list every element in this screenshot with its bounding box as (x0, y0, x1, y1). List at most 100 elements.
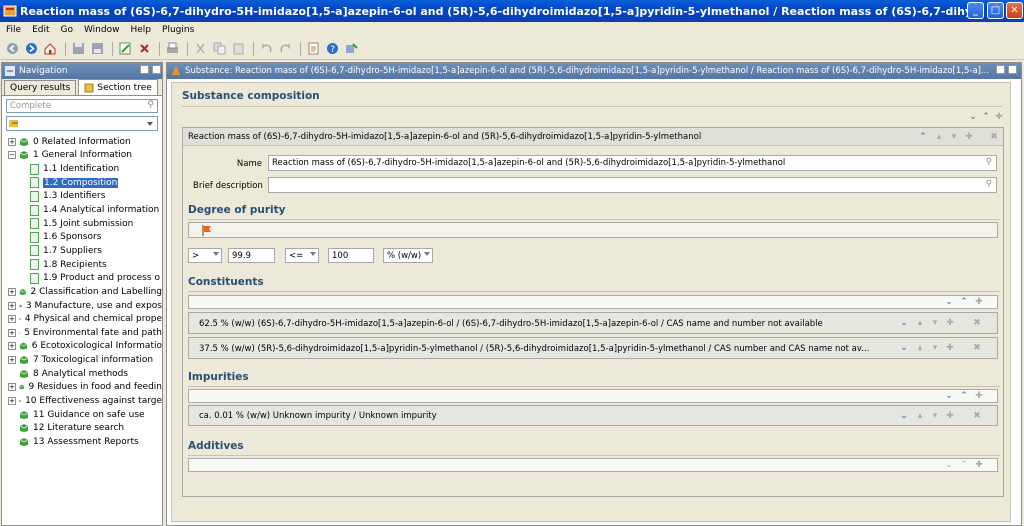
collapse-all-icon[interactable]: ⌃ (959, 391, 969, 401)
delete-icon[interactable]: ✖ (972, 318, 982, 328)
add-icon[interactable]: ✚ (945, 318, 955, 328)
tree-item[interactable]: 1.8 Recipients (2, 258, 162, 272)
delete-icon[interactable]: ✖ (972, 411, 982, 421)
tree-item[interactable]: +2 Classification and Labelling (2, 285, 162, 299)
help-icon[interactable]: ? (324, 41, 340, 57)
collapse-all-icon[interactable]: ⌃ (981, 112, 991, 122)
forward-icon[interactable] (23, 41, 39, 57)
move-up-icon[interactable]: ▴ (915, 343, 925, 353)
tree-item[interactable]: 1.1 Identification (2, 162, 162, 176)
menu-edit[interactable]: Edit (26, 25, 54, 35)
delete-icon[interactable]: ✖ (989, 132, 999, 142)
tree-item[interactable]: − 1 General Information (2, 149, 162, 163)
home-icon[interactable] (42, 41, 58, 57)
tree-item[interactable]: 1.6 Sponsors (2, 230, 162, 244)
tree-item[interactable]: +9 Residues in food and feedin (2, 381, 162, 395)
collapse-all-icon[interactable]: ⌃ (959, 297, 969, 307)
back-icon[interactable] (4, 41, 20, 57)
collapse-all-icon[interactable]: ⌃ (959, 460, 969, 470)
tree-item[interactable]: +10 Effectiveness against targe (2, 394, 162, 408)
lower-qualifier-select[interactable]: > (188, 248, 222, 263)
flag-icon[interactable] (202, 225, 212, 236)
tree-item[interactable]: +6 Ecotoxicological Informatio (2, 340, 162, 354)
upper-qualifier-select[interactable]: <= (285, 248, 319, 263)
impurity-row[interactable]: ca. 0.01 % (w/w) Unknown impurity / Unkn… (188, 405, 998, 426)
tree-item[interactable]: 12 Literature search (2, 421, 162, 435)
collapse-icon[interactable]: − (8, 151, 16, 160)
delete-icon[interactable]: ✖ (972, 343, 982, 353)
save-icon[interactable] (70, 41, 86, 57)
brief-description-field[interactable]: ⚲ (268, 177, 997, 193)
move-down-icon[interactable]: ▾ (930, 411, 940, 421)
expand-icon[interactable]: + (8, 342, 16, 351)
minimize-panel-icon[interactable] (996, 65, 1005, 74)
add-icon[interactable]: ✚ (974, 391, 984, 401)
add-icon[interactable]: ✚ (945, 411, 955, 421)
move-up-icon[interactable]: ▴ (934, 132, 944, 142)
cut-icon[interactable] (192, 41, 208, 57)
tree-item[interactable]: 13 Assessment Reports (2, 435, 162, 449)
expand-icon[interactable]: ⌄ (899, 411, 909, 421)
unit-select[interactable]: % (w/w) (383, 248, 433, 263)
maximize-icon[interactable]: □ (987, 2, 1004, 19)
paste-icon[interactable] (230, 41, 246, 57)
minimize-icon[interactable]: _ (967, 2, 984, 19)
move-up-icon[interactable]: ▴ (915, 318, 925, 328)
close-icon[interactable]: ✕ (1006, 2, 1023, 19)
lower-value-field[interactable]: 99.9 (228, 248, 275, 263)
tree-item[interactable]: +0 Related Information (2, 135, 162, 149)
constituent-row[interactable]: 62.5 % (w/w) (6S)-6,7-dihydro-5H-imidazo… (188, 312, 998, 334)
search-icon[interactable]: ⚲ (986, 179, 992, 189)
add-icon[interactable]: ✚ (945, 343, 955, 353)
expand-icon[interactable]: + (8, 396, 16, 405)
maximize-panel-icon[interactable] (152, 65, 161, 74)
save-all-icon[interactable] (89, 41, 105, 57)
menu-plugins[interactable]: Plugins (156, 25, 199, 35)
tree-item[interactable]: 1.2 Composition (2, 176, 162, 190)
search-input[interactable]: Complete ⚲ (6, 99, 158, 113)
minimize-panel-icon[interactable] (140, 65, 149, 74)
expand-icon[interactable]: + (8, 356, 16, 365)
menu-go[interactable]: Go (55, 25, 78, 35)
name-field[interactable]: Reaction mass of (6S)-6,7-dihydro-5H-imi… (268, 155, 997, 171)
redo-icon[interactable] (277, 41, 293, 57)
move-down-icon[interactable]: ▾ (949, 132, 959, 142)
menu-window[interactable]: Window (78, 25, 125, 35)
tree-item[interactable]: +7 Toxicological information (2, 353, 162, 367)
tree-item[interactable]: 11 Guidance on safe use (2, 408, 162, 422)
expand-all-icon[interactable]: ⌄ (944, 297, 954, 307)
tab-query-results[interactable]: Query results (4, 80, 77, 95)
tree-item[interactable]: 1.7 Suppliers (2, 244, 162, 258)
copy-icon[interactable] (211, 41, 227, 57)
tree-item[interactable]: 1.4 Analytical information (2, 203, 162, 217)
expand-icon[interactable]: ⌄ (899, 343, 909, 353)
move-down-icon[interactable]: ▾ (930, 343, 940, 353)
move-down-icon[interactable]: ▾ (930, 318, 940, 328)
undo-icon[interactable] (258, 41, 274, 57)
edit-icon[interactable] (117, 41, 133, 57)
expand-icon[interactable]: + (8, 287, 16, 296)
tab-section-tree[interactable]: Section tree (78, 79, 158, 95)
tree-item[interactable]: 1.3 Identifiers (2, 190, 162, 204)
menu-help[interactable]: Help (124, 25, 156, 35)
expand-all-icon[interactable]: ⌄ (968, 112, 978, 122)
expand-all-icon[interactable]: ⌄ (944, 460, 954, 470)
add-icon[interactable]: ✚ (994, 112, 1004, 122)
collapse-icon[interactable]: ⌃ (918, 132, 928, 142)
search-icon[interactable]: ⚲ (986, 157, 992, 167)
add-icon[interactable]: ✚ (964, 132, 974, 142)
delete-icon[interactable] (136, 41, 152, 57)
tree-item[interactable]: +5 Environmental fate and path (2, 326, 162, 340)
expand-icon[interactable]: + (8, 328, 16, 337)
constituent-row[interactable]: 37.5 % (w/w) (5R)-5,6-dihydroimidazo[1,5… (188, 337, 998, 359)
upper-value-field[interactable]: 100 (328, 248, 374, 263)
plugin-icon[interactable] (343, 41, 359, 57)
expand-all-icon[interactable]: ⌄ (944, 391, 954, 401)
move-up-icon[interactable]: ▴ (915, 411, 925, 421)
add-icon[interactable]: ✚ (974, 297, 984, 307)
tree-item[interactable]: 8 Analytical methods (2, 367, 162, 381)
filter-select[interactable] (6, 116, 158, 131)
tree-item[interactable]: 1.9 Product and process o (2, 271, 162, 285)
menu-file[interactable]: File (0, 25, 26, 35)
expand-icon[interactable]: + (8, 301, 16, 310)
